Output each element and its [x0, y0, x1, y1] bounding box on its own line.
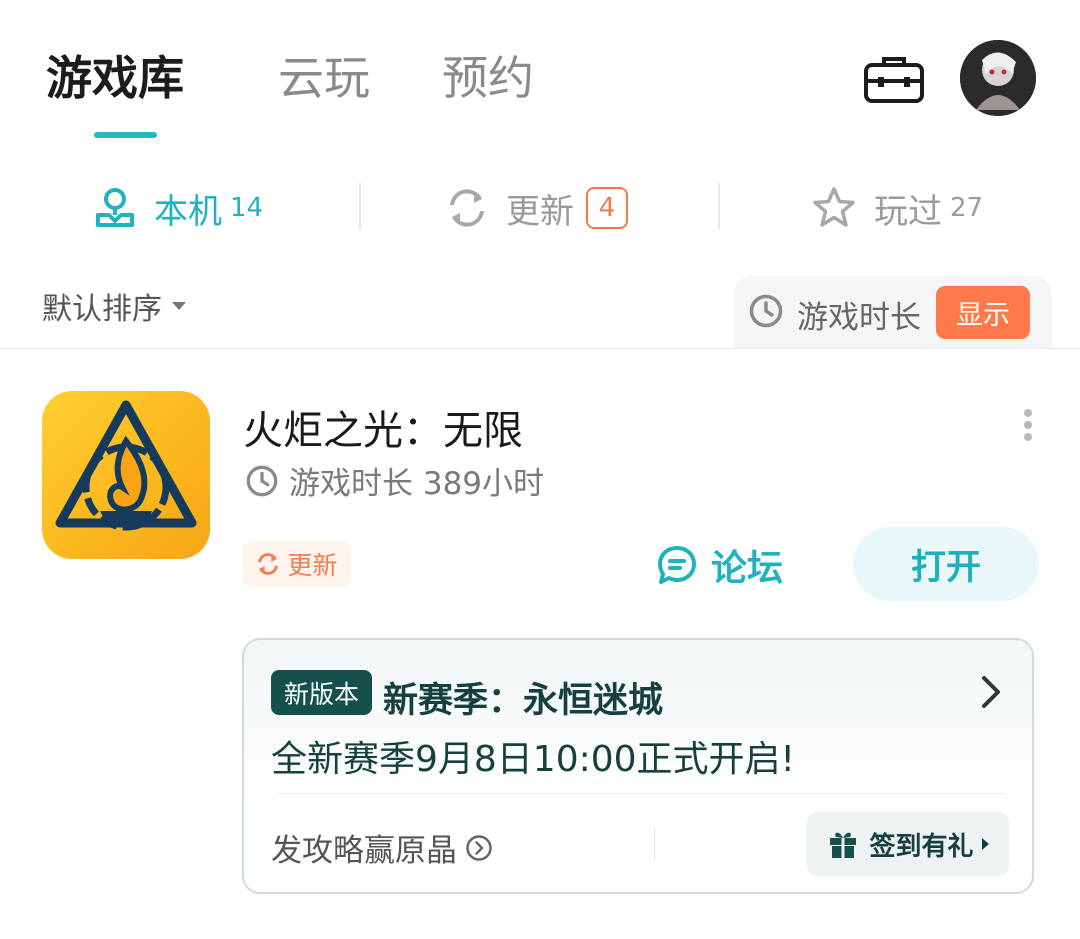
sort-dropdown[interactable]: 默认排序	[42, 284, 186, 328]
tab-cloud-play[interactable]: 云玩	[278, 48, 370, 108]
subtab-local-count: 14	[230, 193, 264, 223]
active-tab-indicator	[94, 132, 157, 138]
clock-icon	[749, 294, 783, 328]
game-playtime: 游戏时长 389小时	[245, 458, 544, 503]
more-options-icon[interactable]	[1021, 408, 1035, 442]
subtab-played[interactable]: 玩过 27	[810, 178, 983, 238]
subtab-update[interactable]: 更新 4	[444, 178, 628, 238]
subtab-update-label: 更新	[506, 191, 574, 232]
gift-icon	[830, 832, 857, 858]
sort-label: 默认排序	[42, 292, 162, 327]
playtime-toggle-label: 游戏时长	[797, 300, 921, 336]
chevron-right-icon[interactable]	[978, 674, 1004, 710]
guide-label: 发攻略赢原晶	[271, 833, 457, 869]
local-device-icon	[96, 188, 134, 227]
tab-reservation[interactable]: 预约	[442, 48, 534, 108]
update-chip-label: 更新	[287, 551, 338, 580]
news-title: 新赛季：永恒迷城	[383, 681, 664, 721]
divider	[278, 793, 1004, 794]
divider	[718, 183, 720, 229]
game-icon[interactable]	[42, 391, 210, 559]
star-icon	[813, 187, 855, 227]
toolbox-icon[interactable]	[862, 53, 926, 105]
checkin-button[interactable]: 签到有礼	[807, 812, 1009, 876]
divider	[654, 828, 655, 860]
divider	[0, 348, 1080, 349]
news-description: 全新赛季9月8日10:00正式开启!	[271, 739, 795, 780]
subtab-played-label: 玩过	[874, 191, 942, 232]
update-chip[interactable]: 更新	[242, 541, 351, 587]
open-game-button[interactable]: 打开	[853, 527, 1039, 601]
checkin-label: 签到有礼	[869, 831, 974, 862]
guide-link[interactable]: 发攻略赢原晶	[271, 825, 493, 870]
divider	[359, 183, 361, 229]
refresh-icon	[258, 553, 279, 575]
user-avatar[interactable]	[960, 40, 1036, 116]
forum-label: 论坛	[711, 548, 784, 589]
game-title: 火炬之光：无限	[243, 408, 523, 454]
subtab-local-label: 本机	[154, 191, 222, 232]
subtab-local[interactable]: 本机 14	[92, 178, 263, 238]
show-playtime-button[interactable]: 显示	[936, 286, 1030, 339]
forum-button[interactable]: 论坛	[655, 540, 783, 590]
chevron-circle-icon	[466, 834, 492, 861]
clock-icon	[246, 465, 278, 496]
new-version-tag: 新版本	[271, 670, 372, 715]
update-count-badge: 4	[586, 187, 628, 229]
tab-game-library[interactable]: 游戏库	[46, 48, 184, 108]
triangle-right-icon	[981, 838, 989, 850]
subtab-played-count: 27	[950, 193, 984, 223]
refresh-icon	[450, 189, 484, 227]
game-playtime-text: 游戏时长 389小时	[289, 466, 545, 502]
caret-down-icon	[172, 302, 186, 310]
chat-bubble-icon	[658, 546, 696, 584]
